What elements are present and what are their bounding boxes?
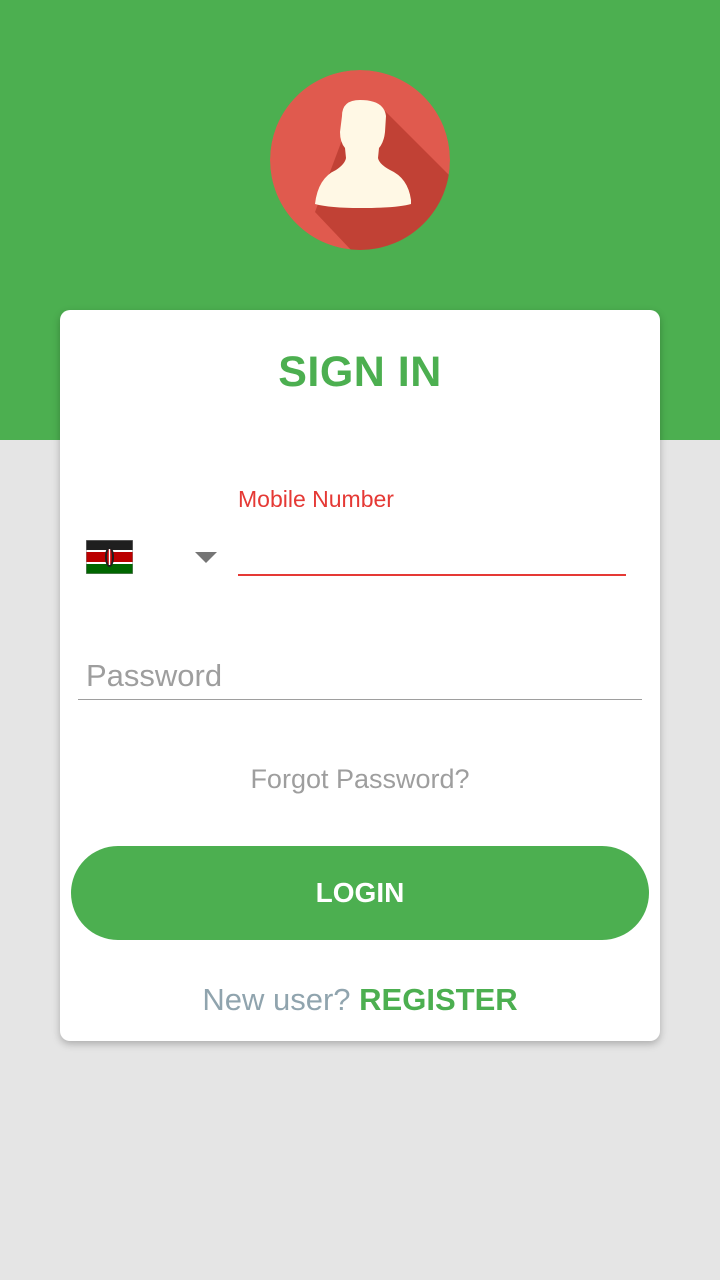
password-input[interactable] xyxy=(86,654,636,698)
sign-in-card: SIGN IN Mobile Number Forgot Password? L… xyxy=(60,310,660,1041)
user-avatar-icon xyxy=(270,70,450,250)
mobile-number-underline xyxy=(238,574,626,576)
forgot-password-link[interactable]: Forgot Password? xyxy=(60,764,660,795)
register-link[interactable]: REGISTER xyxy=(359,982,517,1017)
kenya-flag-icon[interactable] xyxy=(86,540,133,574)
page-title: SIGN IN xyxy=(278,348,442,396)
new-user-text: New user? xyxy=(202,982,351,1017)
mobile-number-input[interactable] xyxy=(238,532,626,574)
login-button[interactable]: LOGIN xyxy=(71,846,649,940)
caret-down-icon[interactable] xyxy=(195,552,217,563)
mobile-number-label: Mobile Number xyxy=(238,486,394,512)
password-underline xyxy=(78,699,642,700)
register-prompt: New user? REGISTER xyxy=(60,982,660,1018)
